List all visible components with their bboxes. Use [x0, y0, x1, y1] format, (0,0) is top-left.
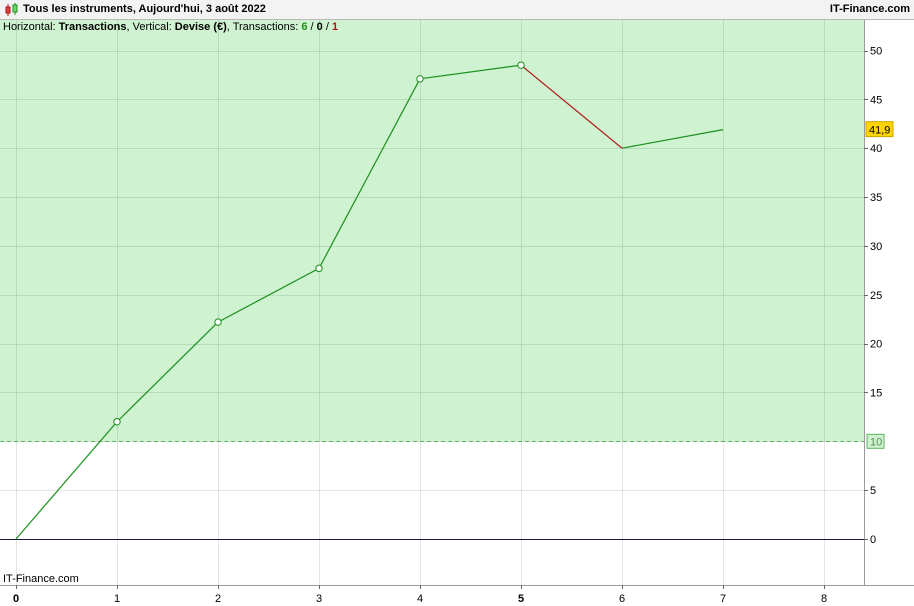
watermark: IT-Finance.com — [3, 573, 79, 585]
info-horizontal-label: Horizontal: — [3, 21, 59, 33]
x-tick-label-5: 5 — [518, 593, 524, 605]
x-tick-label-2: 2 — [215, 593, 221, 605]
y-tick-label-30: 30 — [870, 241, 882, 253]
data-point-5 — [517, 61, 525, 69]
y-tick-label-35: 35 — [870, 192, 882, 204]
threshold-label: 10 — [866, 433, 885, 449]
last-value-text: 41,9 — [869, 125, 890, 137]
info-vertical-label: , Vertical: — [127, 21, 175, 33]
profit-zone — [0, 20, 864, 442]
data-point-1 — [113, 418, 121, 426]
x-axis: 0 1 2 3 4 5 6 7 8 — [13, 585, 827, 605]
data-point-2 — [214, 318, 222, 326]
last-value-label: 41,9 — [865, 121, 894, 138]
y-axis: 0 5 15 20 25 30 35 40 45 50 — [864, 46, 882, 546]
x-tick-label-6: 6 — [619, 593, 625, 605]
info-sep-1: / — [308, 21, 317, 33]
y-tick-label-50: 50 — [870, 46, 882, 58]
info-horizontal-value: Transactions — [59, 21, 127, 33]
info-line: Horizontal: Transactions, Vertical: Devi… — [3, 21, 338, 33]
y-tick-label-40: 40 — [870, 143, 882, 155]
equity-chart: 051520253035404550 012345678 10 41,9 Hor… — [0, 20, 914, 605]
x-tick-label-3: 3 — [316, 593, 322, 605]
y-tick-label-20: 20 — [870, 339, 882, 351]
info-sep-2: / — [323, 21, 332, 33]
y-tick-label-15: 15 — [870, 387, 882, 399]
data-point-4 — [416, 75, 424, 83]
x-tick-label-0: 0 — [13, 593, 19, 605]
info-transactions-label: , Transactions: — [227, 21, 302, 33]
y-tick-label-5: 5 — [870, 485, 876, 497]
x-tick-label-8: 8 — [821, 593, 827, 605]
threshold-label-text: 10 — [870, 436, 882, 448]
info-count-loss: 1 — [332, 21, 338, 33]
y-tick-label-25: 25 — [870, 290, 882, 302]
data-point-3 — [315, 264, 323, 273]
info-vertical-value: Devise (€) — [175, 21, 227, 33]
x-tick-label-1: 1 — [114, 593, 120, 605]
y-tick-label-45: 45 — [870, 94, 882, 106]
x-tick-label-4: 4 — [417, 593, 423, 605]
y-tick-label-0: 0 — [870, 534, 876, 546]
x-tick-label-7: 7 — [720, 593, 726, 605]
